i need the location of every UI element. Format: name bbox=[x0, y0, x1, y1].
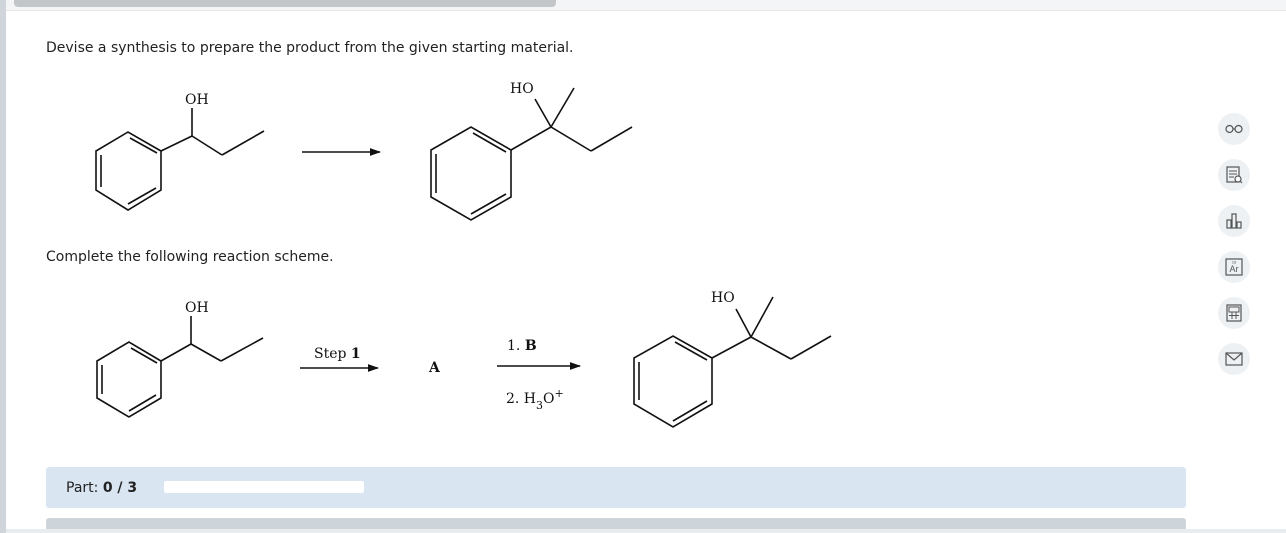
starting-material bbox=[95, 108, 265, 211]
mail-icon[interactable] bbox=[1218, 343, 1250, 375]
scheme-product-molecule bbox=[633, 296, 832, 428]
svg-text:Ar: Ar bbox=[1230, 264, 1239, 274]
progress-track bbox=[164, 481, 364, 493]
intermediate-a: A bbox=[428, 360, 441, 376]
scheme-product-hydroxyl-label: HO bbox=[711, 290, 735, 306]
document-search-icon[interactable] bbox=[1218, 159, 1250, 191]
product-molecule bbox=[430, 87, 633, 221]
step-label: Step 1 bbox=[314, 346, 361, 362]
reagent-1: 1. B bbox=[507, 338, 537, 354]
svg-text:18: 18 bbox=[1232, 260, 1237, 265]
glasses-icon[interactable] bbox=[1218, 113, 1250, 145]
bottom-scrollbar bbox=[6, 529, 1286, 533]
bar-chart-icon[interactable] bbox=[1218, 205, 1250, 237]
product-hydroxyl-label: HO bbox=[510, 81, 534, 97]
scheme-hydroxyl-label: OH bbox=[185, 300, 209, 316]
part-count: 0 / 3 bbox=[102, 480, 138, 496]
part-progress-bar: Part: 0 / 3 bbox=[46, 467, 1186, 508]
calculator-icon[interactable] bbox=[1218, 297, 1250, 329]
scheme-starting-material bbox=[96, 316, 264, 418]
periodic-table-icon[interactable]: Ar 18 bbox=[1218, 251, 1250, 283]
hydroxyl-label: OH bbox=[185, 92, 209, 108]
reagent-2: 2. H3O+ bbox=[506, 387, 564, 412]
reaction-schemes: OH HO OH Step 1 A 1. B 2. H3O+ HO bbox=[95, 81, 832, 428]
part-label: Part: 0 / 3 bbox=[66, 480, 138, 496]
